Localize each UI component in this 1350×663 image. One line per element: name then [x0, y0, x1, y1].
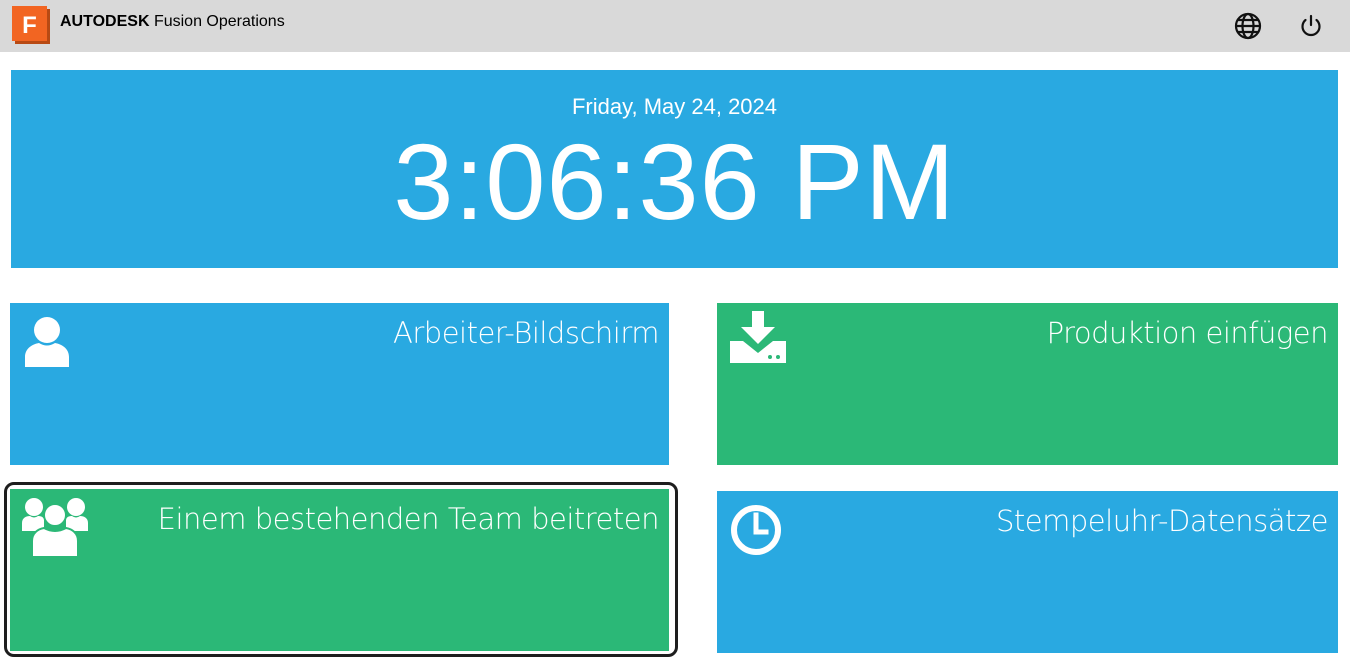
tile-time-clock-records[interactable]: Stempeluhr-Datensätze	[717, 491, 1338, 653]
logout-button[interactable]	[1295, 10, 1327, 42]
current-date: Friday, May 24, 2024	[571, 94, 778, 119]
fusion-logo-icon: F	[12, 6, 50, 44]
tile-worker-screen[interactable]: Arbeiter-Bildschirm	[10, 303, 669, 465]
clock-panel: Friday, May 24, 2024 3:06:36 PM	[11, 70, 1338, 268]
app-title: AUTODESK Fusion Operations	[60, 12, 285, 32]
svg-text:F: F	[22, 12, 37, 39]
tile-label: Arbeiter-Bildschirm	[393, 316, 659, 350]
download-tray-icon	[730, 311, 786, 363]
user-icon	[25, 317, 69, 367]
clock-icon	[731, 505, 781, 555]
brand-company: AUTODESK	[60, 13, 150, 30]
top-bar: F AUTODESK Fusion Operations	[0, 0, 1350, 52]
tile-insert-production[interactable]: Produktion einfügen	[717, 303, 1338, 465]
globe-icon	[1234, 12, 1262, 40]
current-time: 3:06:36 PM	[393, 121, 956, 242]
tile-label: Produktion einfügen	[1046, 316, 1329, 350]
language-button[interactable]	[1232, 10, 1264, 42]
tile-label: Stempeluhr-Datensätze	[996, 504, 1328, 538]
focus-outline	[4, 482, 678, 657]
power-icon	[1301, 14, 1321, 37]
brand-product: Fusion Operations	[153, 13, 285, 30]
